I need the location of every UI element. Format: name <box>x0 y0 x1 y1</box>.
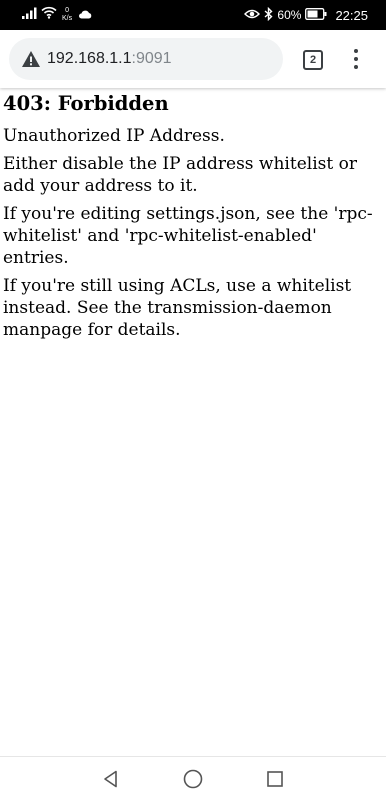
battery-percent: 60% <box>277 8 302 22</box>
tab-switcher-button[interactable]: 2 <box>303 50 323 70</box>
home-icon[interactable] <box>179 765 207 793</box>
signal-icon <box>22 6 38 24</box>
network-speed: 0 K/s <box>62 7 72 23</box>
browser-toolbar: 192.168.1.1:9091 2 <box>0 30 386 88</box>
battery-icon <box>305 7 327 23</box>
network-speed-unit: K/s <box>62 15 73 22</box>
back-icon[interactable] <box>97 765 125 793</box>
error-paragraph: Either disable the IP address whitelist … <box>3 154 357 196</box>
status-bar: 0 K/s 60% 22:25 <box>0 0 386 30</box>
cloud-icon <box>78 6 92 24</box>
system-nav-bar <box>0 756 386 800</box>
wifi-icon <box>41 6 57 24</box>
network-speed-value: 0 <box>65 7 70 14</box>
not-secure-warning-icon[interactable] <box>21 49 41 69</box>
error-paragraph: If you're editing settings.json, see the… <box>3 204 373 268</box>
clock: 22:25 <box>335 7 368 23</box>
url-host: 192.168.1.1 <box>47 50 132 67</box>
eye-comfort-icon <box>244 8 261 23</box>
url-text[interactable]: 192.168.1.1:9091 <box>47 50 172 68</box>
status-bar-right: 60% 22:25 <box>244 6 368 24</box>
url-port: :9091 <box>131 50 172 67</box>
page-content: 403: Forbidden Unauthorized IP Address. … <box>3 90 381 341</box>
status-bar-left: 0 K/s <box>22 6 92 24</box>
error-paragraph: Unauthorized IP Address. <box>3 126 225 146</box>
url-bar[interactable]: 192.168.1.1:9091 <box>9 38 283 80</box>
bluetooth-icon <box>264 6 273 24</box>
recent-apps-icon[interactable] <box>261 765 289 793</box>
more-vert-icon[interactable] <box>346 47 366 71</box>
page-title: 403: Forbidden <box>3 92 169 115</box>
error-paragraph: If you're still using ACLs, use a whitel… <box>3 276 352 340</box>
